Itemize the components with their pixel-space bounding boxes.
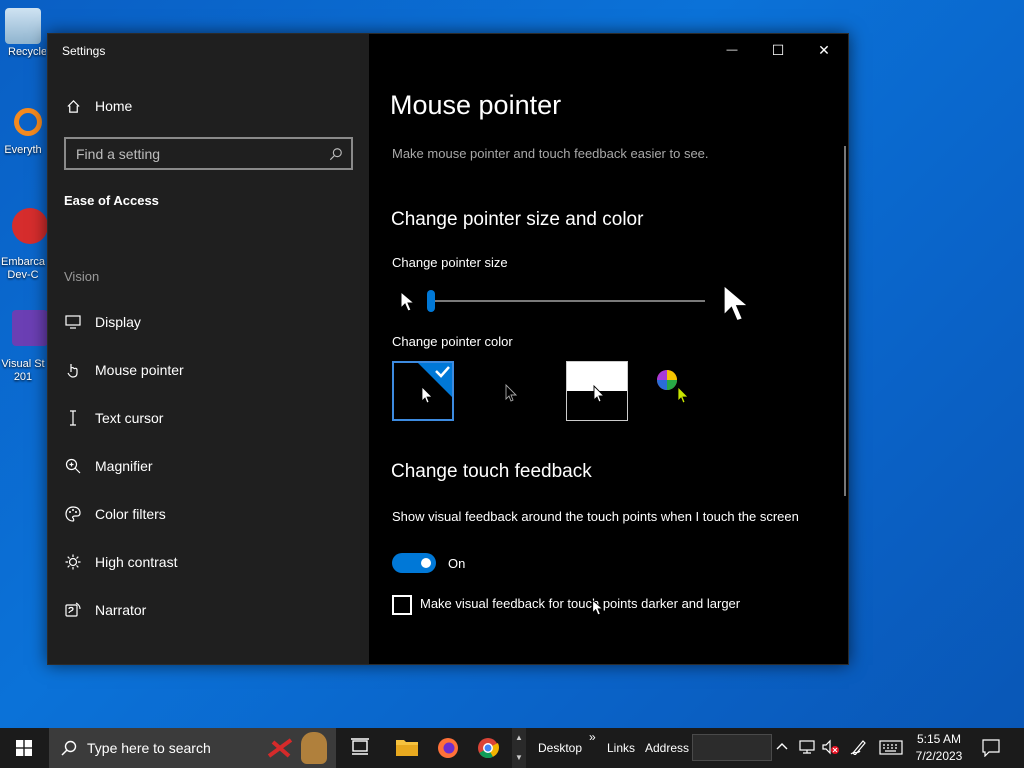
- large-pointer-icon: [722, 280, 752, 333]
- address-toolbar-label: Address: [645, 741, 690, 755]
- mouse-pointer-icon: [65, 362, 81, 378]
- pointer-color-inverted[interactable]: [566, 361, 628, 421]
- clock-date: 7/2/2023: [915, 749, 963, 763]
- maximize-button[interactable]: ☐: [755, 38, 801, 62]
- pointer-section-heading: Change pointer size and color: [391, 209, 644, 230]
- touch-feedback-toggle[interactable]: [392, 553, 436, 573]
- pen-icon[interactable]: [850, 739, 868, 760]
- sidebar-item-label: Mouse pointer: [95, 362, 184, 378]
- minimize-button[interactable]: —: [709, 38, 755, 62]
- page-description: Make mouse pointer and touch feedback ea…: [392, 146, 709, 161]
- sidebar-item-label: Color filters: [95, 506, 166, 522]
- sidebar-item-label: Magnifier: [95, 458, 153, 474]
- color-filters-icon: [65, 506, 81, 522]
- touch-feedback-label: Show visual feedback around the touch po…: [392, 509, 799, 524]
- sidebar-item-high-contrast[interactable]: High contrast: [48, 542, 369, 582]
- network-icon[interactable]: [798, 739, 816, 760]
- visual-studio-icon: [12, 310, 48, 346]
- close-icon: ✕: [818, 41, 830, 58]
- file-explorer-icon[interactable]: [395, 736, 419, 760]
- home-icon: [65, 98, 81, 114]
- recycle-bin-icon: [5, 8, 41, 44]
- sidebar-item-color-filters[interactable]: Color filters: [48, 494, 369, 534]
- group-heading: Vision: [64, 269, 100, 284]
- mouse-cursor-icon: [592, 599, 604, 622]
- tray-chevron-up-icon[interactable]: [776, 740, 788, 758]
- address-input[interactable]: [692, 734, 772, 761]
- chrome-icon[interactable]: [476, 736, 500, 760]
- pointer-color-black[interactable]: [481, 361, 543, 421]
- toolbar-overflow-icon[interactable]: »: [589, 730, 596, 744]
- sidebar: Settings Home Ease of Access Vision Disp…: [48, 34, 369, 664]
- cortana-character-icon: [301, 732, 327, 764]
- sidebar-item-text-cursor[interactable]: Text cursor: [48, 398, 369, 438]
- display-icon: [65, 314, 81, 330]
- content-scrollbar[interactable]: [844, 146, 846, 496]
- maximize-icon: ☐: [771, 41, 785, 58]
- task-view-button[interactable]: [349, 736, 373, 760]
- find-setting-input[interactable]: [66, 145, 329, 162]
- text-cursor-icon: [65, 410, 81, 426]
- minimize-icon: —: [726, 44, 738, 56]
- find-setting-search[interactable]: [64, 137, 353, 170]
- section-heading: Ease of Access: [64, 193, 159, 208]
- taskbar-search-placeholder: Type here to search: [87, 740, 211, 756]
- sidebar-item-label: High contrast: [95, 554, 178, 570]
- small-pointer-icon: [400, 290, 416, 318]
- window-title: Settings: [62, 44, 106, 58]
- sidebar-item-mouse-pointer[interactable]: Mouse pointer: [48, 350, 369, 390]
- pointer-color-custom[interactable]: [651, 361, 713, 421]
- desktop-icon-embarcadero[interactable]: Embarca Dev-C: [0, 208, 48, 282]
- links-toolbar-label[interactable]: Links: [607, 741, 635, 755]
- pointer-color-white[interactable]: [392, 361, 454, 421]
- search-icon: [329, 147, 343, 161]
- sidebar-item-label: Display: [95, 314, 141, 330]
- clock-time: 5:15 AM: [916, 732, 962, 746]
- sidebar-item-magnifier[interactable]: Magnifier: [48, 446, 369, 486]
- everything-icon: [14, 108, 42, 136]
- sidebar-item-display[interactable]: Display: [48, 302, 369, 342]
- desktop-icon-label: Recycle: [8, 46, 46, 58]
- close-button[interactable]: ✕: [801, 38, 847, 62]
- touch-keyboard-icon[interactable]: [879, 740, 903, 761]
- sidebar-item-label: Text cursor: [95, 410, 164, 426]
- taskbar-search-box[interactable]: Type here to search: [49, 728, 336, 768]
- pointer-size-label: Change pointer size: [392, 255, 508, 270]
- firefox-icon[interactable]: [436, 736, 460, 760]
- desktop-icon-recycle-bin[interactable]: Recycle: [0, 8, 46, 59]
- desktop-icon-label: Everyth: [4, 144, 42, 156]
- clock[interactable]: 5:15 AM 7/2/2023: [908, 731, 970, 765]
- start-button[interactable]: [0, 728, 48, 768]
- high-contrast-icon: [65, 554, 81, 570]
- desktop-toolbar-label[interactable]: Desktop: [538, 741, 582, 755]
- sidebar-item-label: Home: [95, 98, 133, 114]
- narrator-icon: [65, 602, 81, 618]
- plane-icon: [267, 736, 295, 760]
- devcpp-icon: [12, 208, 48, 244]
- darker-feedback-checkbox[interactable]: [392, 595, 412, 615]
- pointer-color-label: Change pointer color: [392, 334, 513, 349]
- desktop-icon-label: Embarca Dev-C: [0, 256, 46, 281]
- sidebar-item-narrator[interactable]: Narrator: [48, 590, 369, 630]
- sidebar-item-home[interactable]: Home: [48, 86, 369, 126]
- search-icon: [61, 740, 77, 756]
- settings-window: Settings Home Ease of Access Vision Disp…: [47, 33, 849, 665]
- pointer-size-slider-thumb[interactable]: [427, 290, 435, 312]
- taskbar-scroll-arrows[interactable]: ▲ ▼: [512, 728, 526, 768]
- notifications-icon[interactable]: [982, 739, 1000, 762]
- content-pane: — ☐ ✕ Mouse pointer Make mouse pointer a…: [369, 34, 848, 664]
- page-title: Mouse pointer: [390, 90, 562, 120]
- taskbar: Type here to search ▲ ▼ Desktop » Links A…: [0, 728, 1024, 768]
- magnifier-icon: [65, 458, 81, 474]
- volume-muted-icon[interactable]: [822, 739, 840, 760]
- darker-feedback-label: Make visual feedback for touch points da…: [420, 596, 741, 611]
- pointer-size-slider[interactable]: [427, 300, 705, 302]
- desktop-icon-label: Visual St 201: [1, 358, 45, 383]
- toggle-state-label: On: [448, 556, 466, 571]
- desktop-icon-everything[interactable]: Everyth: [0, 108, 46, 157]
- windows-logo-icon: [16, 740, 32, 756]
- sidebar-item-label: Narrator: [95, 602, 147, 618]
- touch-section-heading: Change touch feedback: [391, 461, 592, 482]
- desktop-icon-visual-studio[interactable]: Visual St 201: [0, 310, 48, 384]
